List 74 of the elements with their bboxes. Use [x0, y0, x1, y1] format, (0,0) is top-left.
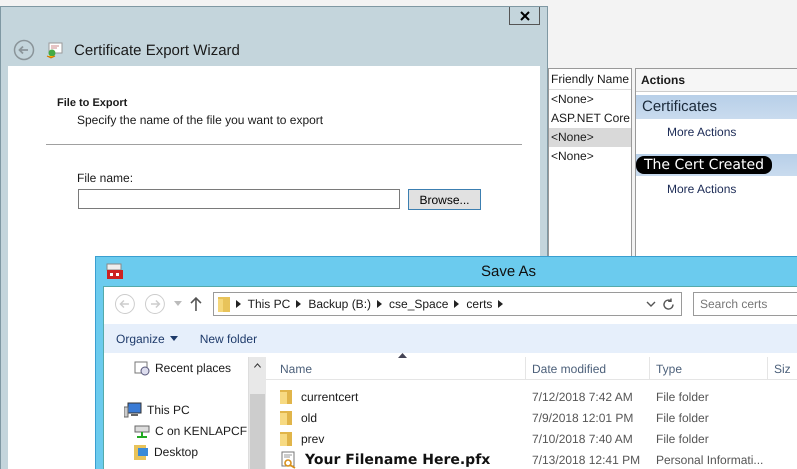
toolbar-button[interactable]: Organize	[112, 330, 182, 348]
file-row[interactable]: old 7/9/2018 12:01 PM File folder	[266, 407, 797, 428]
column-header[interactable]: Friendly Name	[549, 69, 631, 90]
folder-icon	[280, 430, 294, 446]
file-name: Your Filename Here.pfx	[305, 452, 490, 468]
file-row[interactable]: prev 7/10/2018 7:40 AM File folder	[266, 428, 797, 449]
scroll-up-icon[interactable]	[253, 363, 262, 368]
file-row[interactable]: Your Filename Here.pfx 7/13/2018 12:41 PM Personal Informati...	[266, 449, 797, 469]
type-cell-text: File folder	[655, 410, 710, 424]
list-row[interactable]: <None>	[549, 128, 631, 147]
scroll-thumb[interactable]	[250, 394, 265, 469]
network-drive-icon	[134, 422, 150, 438]
up-arrow-icon[interactable]	[190, 297, 202, 311]
type-cell-text: File folder	[655, 390, 710, 404]
toolbar-button[interactable]: New folder	[196, 330, 262, 348]
file-row[interactable]: currentcert 7/12/2018 7:42 AM File folder	[266, 386, 797, 407]
group-title: The Cert Created	[636, 156, 772, 174]
field-label: File name:	[76, 171, 134, 185]
certificate-icon	[46, 41, 64, 59]
list-row[interactable]: <None>	[549, 90, 631, 109]
close-icon	[520, 10, 530, 20]
chevron-icon	[296, 300, 302, 308]
dropdown-icon[interactable]	[646, 301, 656, 307]
date-cell-text: 7/9/2018 12:01 PM	[531, 410, 634, 424]
search-field[interactable]: Search certs	[693, 292, 797, 316]
file-name: old	[301, 410, 318, 424]
nav-item[interactable]: Desktop	[104, 441, 248, 462]
scrollbar[interactable]	[248, 357, 266, 469]
column-header[interactable]: Date modified	[526, 357, 650, 379]
nav-item[interactable]: This PC	[104, 399, 248, 420]
breadcrumb-item[interactable]: This PC	[248, 297, 290, 311]
section-subtitle: Specify the name of the file you want to export	[76, 113, 324, 127]
date-cell-text: 7/13/2018 12:41 PM	[531, 452, 642, 466]
type-cell-text: File folder	[655, 432, 710, 446]
browse-button[interactable]: Browse...	[408, 189, 481, 210]
type-cell-text: Personal Informati...	[655, 452, 764, 466]
chevron-icon	[498, 300, 504, 308]
chevron-icon	[454, 300, 460, 308]
actions-title: Actions	[636, 69, 797, 92]
toolbox-icon	[106, 263, 124, 281]
refresh-icon[interactable]	[662, 298, 675, 310]
action-link[interactable]: More Actions	[636, 176, 797, 208]
chevron-icon	[236, 300, 242, 308]
list-row[interactable]: ASP.NET Core	[549, 109, 631, 128]
sort-arrow-icon	[398, 353, 407, 358]
breadcrumb-item[interactable]: cse_Space	[389, 297, 448, 311]
folder-icon	[280, 388, 294, 404]
list-row[interactable]: <None>	[549, 147, 631, 166]
breadcrumb-item[interactable]: Backup (B:)	[308, 297, 372, 311]
group-title: Certificates	[642, 98, 718, 115]
address-bar[interactable]: This PC Backup (B:) cse_Space certs	[212, 292, 682, 316]
file-name: currentcert	[301, 390, 358, 404]
folder-icon	[218, 296, 230, 312]
nav-item[interactable]: Recent places	[104, 357, 248, 378]
file-name-field[interactable]	[78, 189, 400, 209]
action-link[interactable]: More Actions	[636, 119, 797, 151]
chevron-icon	[377, 300, 384, 308]
column-header[interactable]: Siz	[768, 357, 797, 379]
close-button[interactable]	[509, 7, 540, 25]
recent-places-icon	[134, 360, 150, 376]
file-name: prev	[301, 432, 324, 446]
folder-icon	[134, 444, 149, 460]
caret-icon	[170, 336, 178, 341]
breadcrumb-item[interactable]: certs	[466, 297, 492, 311]
date-cell-text: 7/12/2018 7:42 AM	[531, 390, 634, 404]
column-header[interactable]: Type	[650, 357, 768, 379]
window-title: Save As	[481, 263, 536, 280]
folder-icon	[280, 410, 294, 426]
computer-icon	[124, 402, 142, 418]
section-title: File to Export	[56, 97, 128, 109]
nav-item[interactable]: C on KENLAPCF	[104, 420, 248, 441]
date-cell-text: 7/10/2018 7:40 AM	[531, 432, 634, 446]
window-title: Certificate Export Wizard	[74, 42, 240, 58]
column-header[interactable]: Name	[266, 357, 526, 379]
